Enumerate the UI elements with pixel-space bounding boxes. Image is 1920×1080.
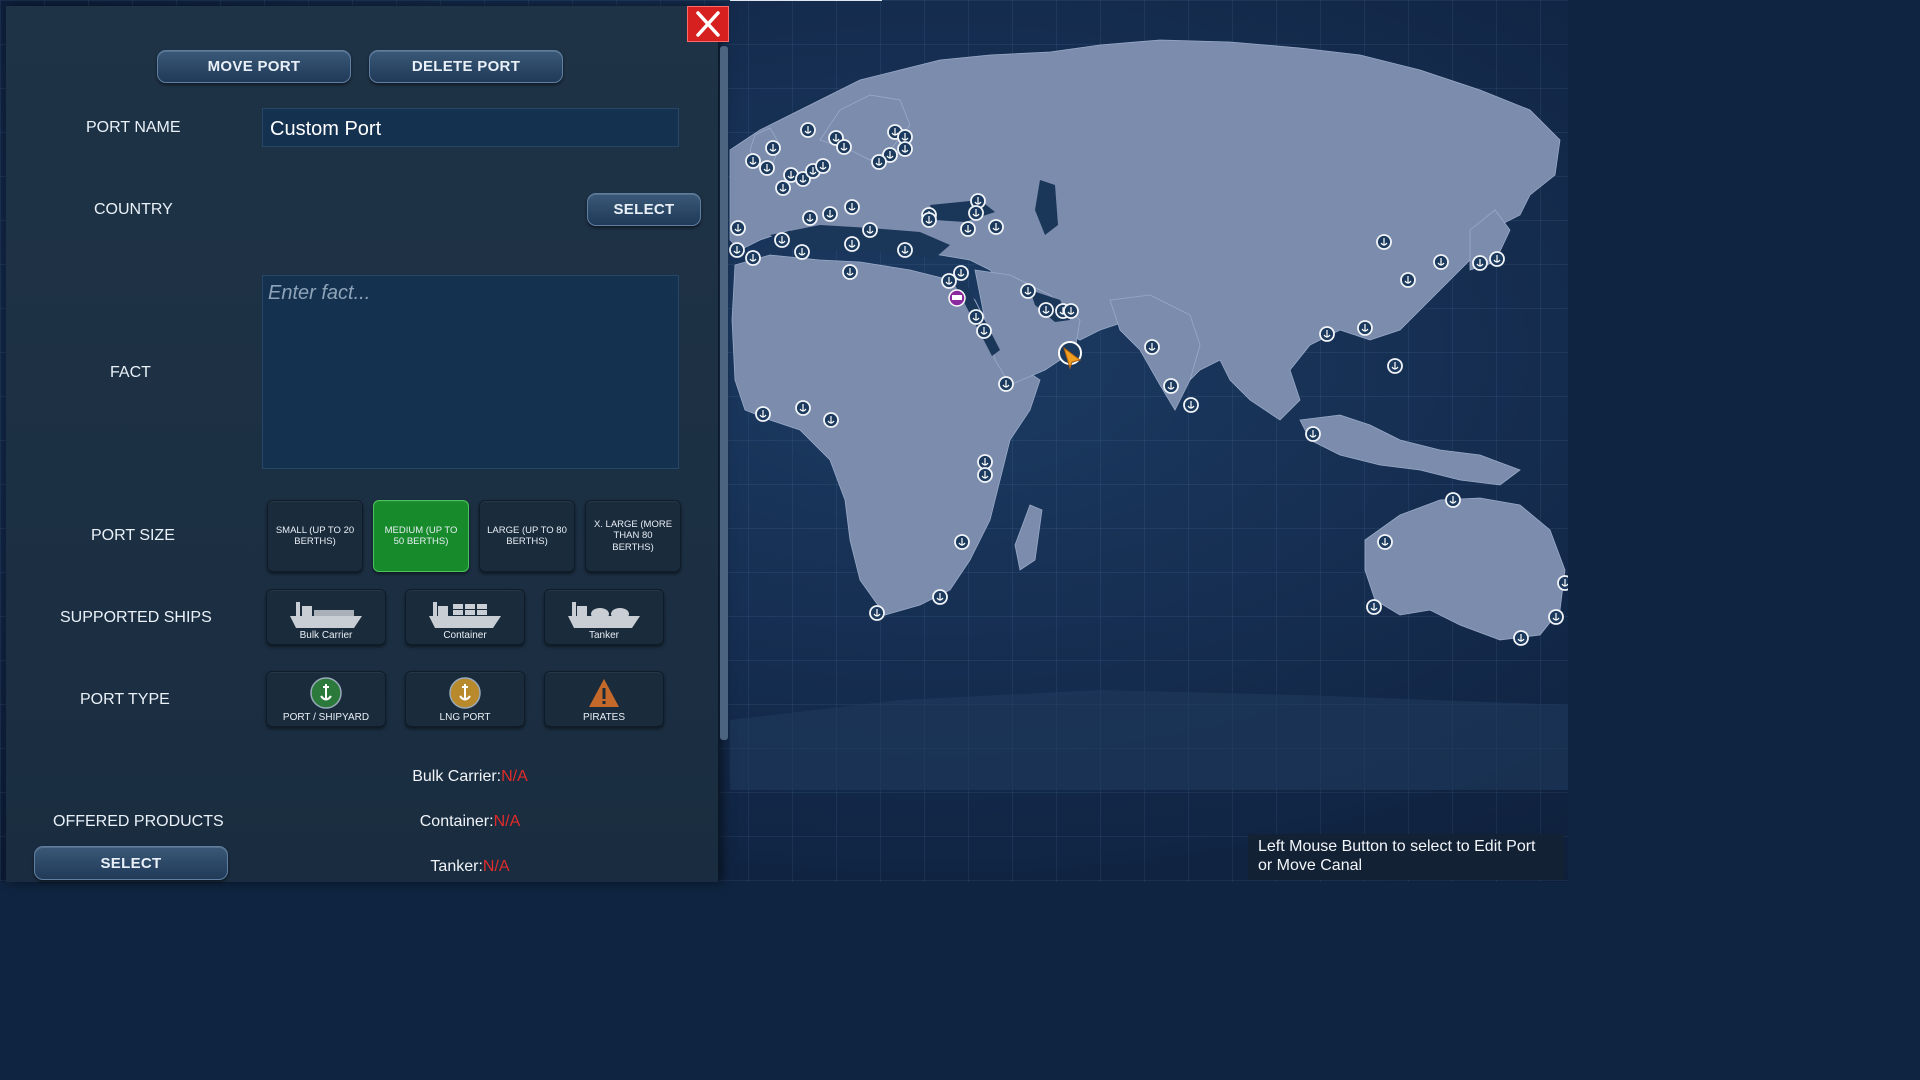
ship-bulk-carrier-toggle[interactable]: Bulk Carrier — [266, 589, 386, 645]
ship-tanker-label: Tanker — [588, 630, 619, 641]
madagascar-land — [1014, 504, 1043, 571]
port-type-lng-toggle[interactable]: LNG PORT — [405, 671, 525, 727]
anchor-green-icon — [310, 677, 342, 709]
bulk-carrier-icon — [290, 602, 362, 628]
product-bulk-carrier: Bulk Carrier:N/A — [320, 768, 620, 786]
port-type-pirates-label: PIRATES — [582, 712, 626, 723]
product-name: Tanker: — [430, 858, 483, 875]
port-size-large-button[interactable]: LARGE (UP TO 80 BERTHS) — [479, 500, 575, 572]
ship-container-label: Container — [443, 630, 487, 641]
move-port-button[interactable]: MOVE PORT — [157, 50, 351, 83]
product-tanker: Tanker:N/A — [320, 858, 620, 876]
port-type-shipyard-label: PORT / SHIPYARD — [282, 712, 370, 723]
close-button[interactable] — [687, 6, 729, 42]
sea-islands-land — [1299, 414, 1521, 486]
product-value: N/A — [501, 768, 528, 785]
port-size-small-button[interactable]: SMALL (UP TO 20 BERTHS) — [267, 500, 363, 572]
port-size-xlarge-button[interactable]: X. LARGE (MORE THAN 80 BERTHS) — [585, 500, 681, 572]
fact-label: FACT — [110, 364, 151, 381]
port-editor-panel: MOVE PORT DELETE PORT PORT NAME Custom P… — [6, 6, 719, 882]
supported-ships-label: SUPPORTED SHIPS — [60, 609, 212, 626]
top-edge-line — [730, 0, 882, 1]
port-size-label: PORT SIZE — [91, 527, 175, 544]
product-name: Bulk Carrier: — [412, 768, 502, 785]
close-icon — [696, 11, 720, 37]
offered-products-label: OFFERED PRODUCTS — [53, 813, 224, 830]
port-type-lng-label: LNG PORT — [439, 712, 491, 723]
port-type-shipyard-toggle[interactable]: PORT / SHIPYARD — [266, 671, 386, 727]
port-name-label: PORT NAME — [86, 119, 181, 136]
ship-bulk-carrier-label: Bulk Carrier — [299, 630, 353, 641]
anchor-gold-icon — [449, 677, 481, 709]
port-type-pirates-toggle[interactable]: PIRATES — [544, 671, 664, 727]
product-container: Container:N/A — [320, 813, 620, 831]
product-value: N/A — [493, 813, 521, 830]
container-ship-icon — [429, 602, 501, 628]
ship-container-toggle[interactable]: Container — [405, 589, 525, 645]
port-type-label: PORT TYPE — [80, 691, 170, 708]
selected-port-marker — [1058, 341, 1082, 370]
antarctica-ice — [730, 690, 1568, 790]
offered-products-select-button[interactable]: SELECT — [34, 846, 228, 880]
country-label: COUNTRY — [94, 201, 173, 218]
hint-tooltip: Left Mouse Button to select to Edit Port… — [1248, 834, 1564, 880]
port-name-input[interactable]: Custom Port — [262, 108, 679, 147]
product-name: Container: — [419, 813, 494, 830]
ship-tanker-toggle[interactable]: Tanker — [544, 589, 664, 645]
port-size-medium-button[interactable]: MEDIUM (UP TO 50 BERTHS) — [373, 500, 469, 572]
product-value: N/A — [482, 858, 510, 875]
port-marker-icon[interactable] — [1557, 575, 1568, 591]
tanker-icon — [568, 602, 640, 628]
warning-icon — [589, 679, 619, 707]
canal-icon — [948, 289, 966, 307]
delete-port-button[interactable]: DELETE PORT — [369, 50, 563, 83]
fact-textarea[interactable]: Enter fact... — [262, 275, 679, 469]
country-select-button[interactable]: SELECT — [587, 193, 701, 226]
panel-scrollbar[interactable] — [720, 46, 728, 740]
australia-land — [1364, 497, 1566, 641]
